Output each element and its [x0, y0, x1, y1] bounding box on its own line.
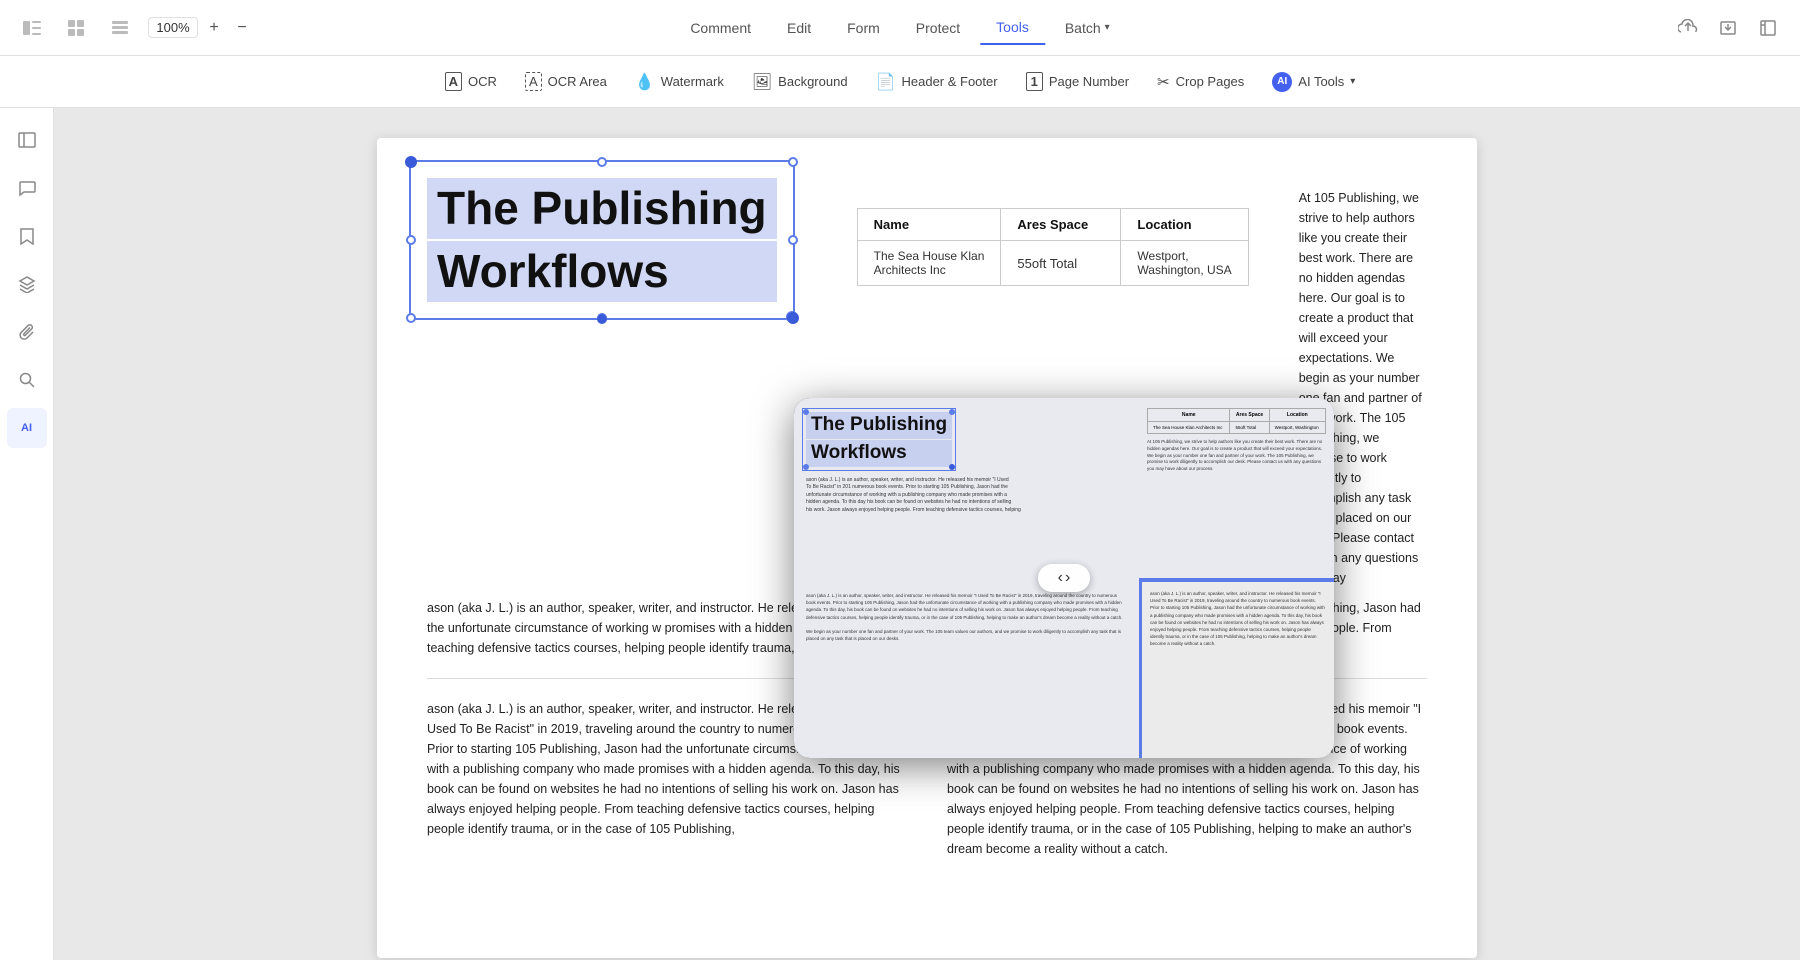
preview-right-text: At 105 Publishing, we strive to help aut… — [1147, 439, 1326, 473]
content-area: The Publishing Workflows Name Ares Space… — [54, 108, 1800, 960]
nav-edit[interactable]: Edit — [771, 12, 827, 44]
table-cell-name: The Sea House KlanArchitects Inc — [857, 241, 1001, 286]
ai-tools-icon: AI — [1272, 72, 1292, 92]
document-title: The Publishing Workflows — [427, 178, 777, 302]
upload-cloud-btn[interactable] — [1672, 12, 1704, 44]
top-bar: 100% + − Comment Edit Form Protect Tools… — [0, 0, 1800, 56]
top-bar-left: 100% + − — [16, 12, 254, 44]
list-view-btn[interactable] — [104, 12, 136, 44]
crop-pages-tool-btn[interactable]: ✂ Crop Pages — [1145, 67, 1256, 97]
ai-tools-chevron-icon: ▾ — [1350, 76, 1355, 87]
nav-form[interactable]: Form — [831, 12, 896, 44]
preview-body-text: ason (aka J. L.) is an author, speaker, … — [806, 477, 1127, 515]
left-sidebar: AI — [0, 108, 54, 960]
nav-next-icon: › — [1065, 569, 1070, 587]
sidebar-bookmark-btn[interactable] — [7, 216, 47, 256]
ai-tools-tool-btn[interactable]: AI AI Tools ▾ — [1260, 66, 1367, 98]
expand-btn[interactable] — [1752, 12, 1784, 44]
sidebar-toggle-btn[interactable] — [16, 12, 48, 44]
batch-chevron-icon: ▾ — [1105, 22, 1110, 33]
main-layout: AI — [0, 108, 1800, 960]
table-header-space: Ares Space — [1001, 209, 1121, 241]
nav-tools[interactable]: Tools — [980, 11, 1045, 45]
sidebar-comment-btn[interactable] — [7, 168, 47, 208]
nav-protect[interactable]: Protect — [900, 12, 976, 44]
ocr-area-icon: A — [525, 72, 542, 91]
table-cell-location: Westport,Washington, USA — [1121, 241, 1248, 286]
info-table: Name Ares Space Location The Sea House K… — [857, 208, 1249, 286]
preview-bottom-left-text: ason (aka J. L.) is an author, speaker, … — [806, 592, 1127, 642]
secondary-toolbar: A OCR A OCR Area 💧 Watermark 🖼 Backgroun… — [0, 56, 1800, 108]
top-bar-right — [1672, 12, 1784, 44]
zoom-value[interactable]: 100% — [148, 17, 198, 38]
watermark-icon: 💧 — [635, 72, 655, 92]
nav-prev-icon: ‹ — [1058, 569, 1063, 587]
zoom-control: 100% + − — [148, 16, 254, 40]
ocr-icon: A — [445, 72, 462, 91]
nav-comment[interactable]: Comment — [674, 12, 767, 44]
sidebar-search-btn[interactable] — [7, 360, 47, 400]
export-btn[interactable] — [1712, 12, 1744, 44]
header-footer-icon: 📄 — [876, 72, 896, 92]
sidebar-attachment-btn[interactable] — [7, 312, 47, 352]
ocr-tool-btn[interactable]: A OCR — [433, 66, 509, 97]
crop-icon: ✂ — [1157, 73, 1170, 91]
preview-inner: The Publishing Workflows ason (aka J. L.… — [794, 398, 1334, 758]
preview-bottom-right-text: ason (aka J. L.) is an author, speaker, … — [1150, 590, 1326, 648]
nav-batch[interactable]: Batch ▾ — [1049, 12, 1126, 44]
page-number-icon: 1 — [1026, 72, 1043, 91]
grid-view-btn[interactable] — [60, 12, 92, 44]
title-line1: The Publishing — [427, 178, 777, 239]
header-footer-tool-btn[interactable]: 📄 Header & Footer — [864, 66, 1010, 98]
zoom-in-btn[interactable]: + — [202, 16, 226, 40]
sidebar-ai-btn[interactable]: AI — [7, 408, 47, 448]
zoom-out-btn[interactable]: − — [230, 16, 254, 40]
background-tool-btn[interactable]: 🖼 Background — [740, 66, 860, 98]
preview-overlay: The Publishing Workflows ason (aka J. L.… — [794, 398, 1334, 758]
ocr-area-tool-btn[interactable]: A OCR Area — [513, 66, 619, 97]
table-header-name: Name — [857, 209, 1001, 241]
title-line2: Workflows — [427, 241, 777, 302]
page-number-tool-btn[interactable]: 1 Page Number — [1014, 66, 1141, 97]
watermark-tool-btn[interactable]: 💧 Watermark — [623, 66, 736, 98]
preview-nav-btn[interactable]: ‹ › — [1038, 564, 1090, 592]
main-nav: Comment Edit Form Protect Tools Batch ▾ — [674, 11, 1125, 45]
sidebar-panel-btn[interactable] — [7, 120, 47, 160]
background-icon: 🖼 — [752, 72, 772, 92]
table-cell-space: 55oft Total — [1001, 241, 1121, 286]
sidebar-layers-btn[interactable] — [7, 264, 47, 304]
table-header-location: Location — [1121, 209, 1248, 241]
